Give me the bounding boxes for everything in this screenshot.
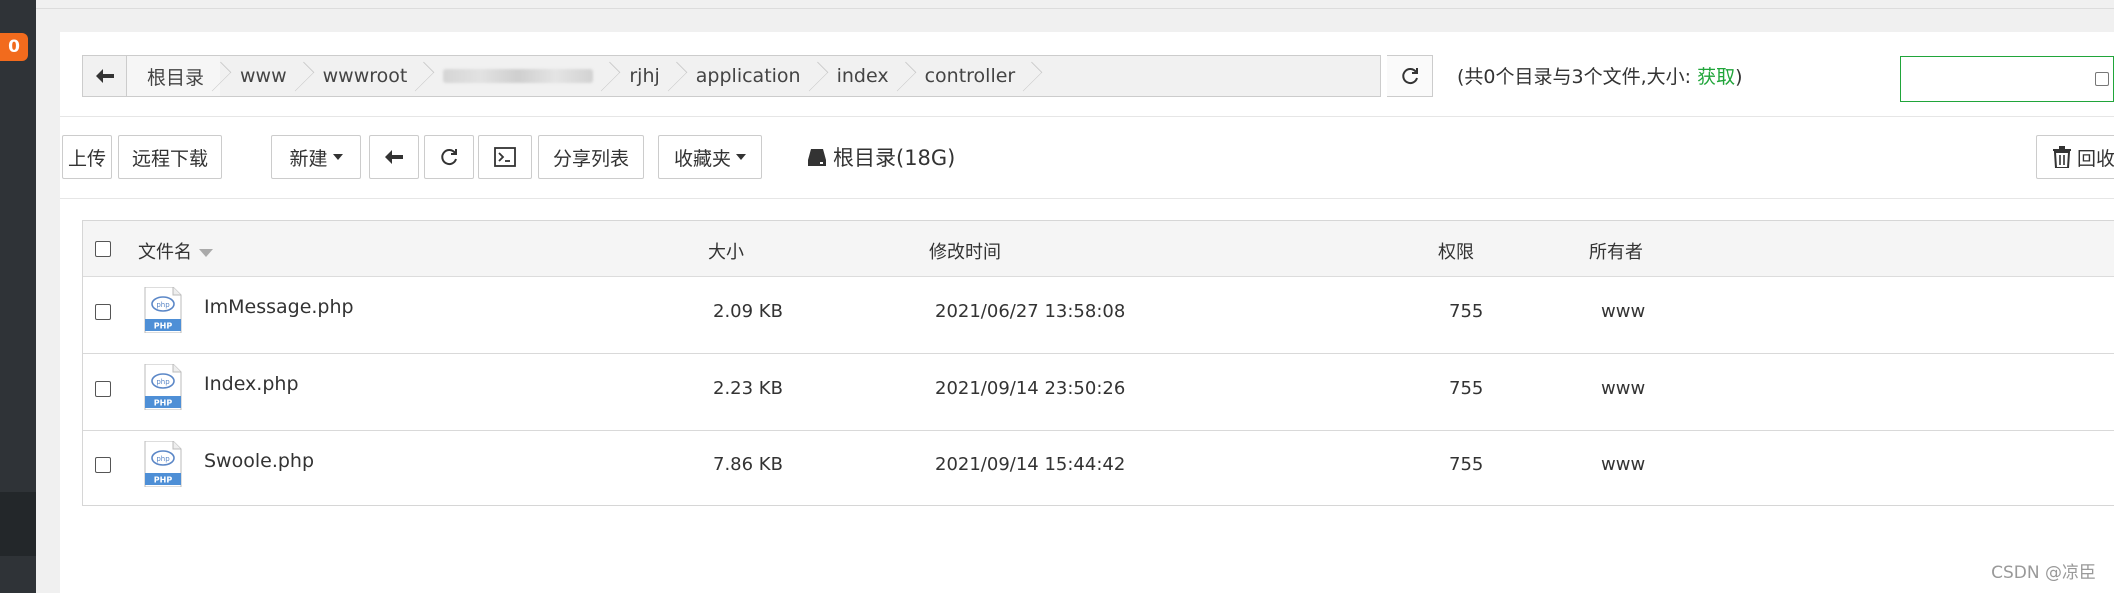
caret-down-icon (332, 154, 343, 160)
column-header-owner[interactable]: 所有者 (1589, 238, 1643, 264)
favorites-label: 收藏夹 (673, 147, 731, 170)
hard-drive-icon (808, 149, 826, 166)
summary-close: ) (1735, 66, 1743, 88)
path-refresh-button[interactable] (1387, 55, 1433, 97)
watermark: CSDN @凉臣 (1991, 563, 2096, 583)
refresh-button[interactable] (424, 135, 474, 179)
file-owner[interactable]: www (1601, 454, 1645, 475)
redacted-text (443, 69, 594, 83)
search-input[interactable] (1900, 56, 2114, 102)
summary-text: (共0个目录与3个文件,大小: (1457, 66, 1698, 88)
breadcrumb-application[interactable]: application (676, 56, 817, 96)
file-table: 文件名 大小 修改时间 权限 所有者 php PHP ImMessage.php… (82, 220, 2114, 506)
recycle-label: 回收 (2077, 147, 2114, 170)
path-bar: 根目录 www wwwroot rjhj application index c… (82, 55, 1381, 97)
php-file-icon: php PHP (144, 287, 182, 333)
file-permission[interactable]: 755 (1449, 454, 1483, 475)
file-permission[interactable]: 755 (1449, 301, 1483, 322)
table-row[interactable]: php PHP Swoole.php 7.86 KB 2021/09/14 15… (83, 431, 2114, 508)
arrow-left-icon (95, 69, 114, 83)
file-size: 2.23 KB (713, 378, 783, 399)
svg-text:php: php (156, 455, 170, 463)
table-body: php PHP ImMessage.php 2.09 KB 2021/06/27… (83, 277, 2114, 507)
breadcrumb-index[interactable]: index (817, 56, 905, 96)
divider (60, 116, 2114, 117)
top-divider (36, 8, 2114, 9)
refresh-icon (441, 149, 457, 166)
svg-text:php: php (156, 301, 170, 309)
divider (60, 198, 2114, 199)
table-row[interactable]: php PHP Index.php 2.23 KB 2021/09/14 23:… (83, 354, 2114, 431)
file-size: 7.86 KB (713, 454, 783, 475)
file-type-label: PHP (154, 476, 173, 485)
arrow-left-icon (385, 150, 403, 164)
favorites-dropdown-button[interactable]: 收藏夹 (658, 135, 762, 179)
column-header-size[interactable]: 大小 (708, 238, 744, 264)
breadcrumb-wwwroot[interactable]: wwwroot (303, 56, 424, 96)
terminal-icon (494, 147, 516, 167)
select-all-checkbox[interactable] (95, 241, 111, 257)
php-file-icon: php PHP (144, 364, 182, 410)
file-name[interactable]: Index.php (204, 373, 299, 395)
breadcrumb-redacted[interactable] (423, 56, 609, 96)
file-mtime: 2021/06/27 13:58:08 (935, 301, 1126, 322)
row-checkbox[interactable] (95, 457, 111, 473)
breadcrumb-root[interactable]: 根目录 (127, 56, 221, 96)
table-header: 文件名 大小 修改时间 权限 所有者 (83, 221, 2114, 277)
sidebar-active-item[interactable] (0, 492, 36, 556)
file-type-label: PHP (154, 322, 173, 331)
column-header-permission[interactable]: 权限 (1438, 238, 1474, 264)
trash-icon (2053, 146, 2071, 168)
file-owner[interactable]: www (1601, 301, 1645, 322)
share-list-button[interactable]: 分享列表 (538, 135, 644, 179)
column-header-name[interactable]: 文件名 (138, 238, 213, 264)
notification-badge[interactable]: 0 (0, 33, 28, 61)
file-mtime: 2021/09/14 23:50:26 (935, 378, 1126, 399)
path-back-button[interactable] (83, 56, 127, 96)
row-checkbox[interactable] (95, 381, 111, 397)
file-name[interactable]: Swoole.php (204, 450, 314, 472)
file-mtime: 2021/09/14 15:44:42 (935, 454, 1126, 475)
breadcrumb-controller[interactable]: controller (905, 56, 1032, 96)
remote-download-button[interactable]: 远程下载 (118, 135, 222, 179)
disk-selector[interactable]: 根目录(18G) (807, 140, 955, 174)
table-row[interactable]: php PHP ImMessage.php 2.09 KB 2021/06/27… (83, 277, 2114, 354)
upload-button[interactable]: 上传 (62, 135, 112, 179)
row-checkbox[interactable] (95, 304, 111, 320)
refresh-icon (1401, 68, 1418, 85)
breadcrumb-rjhj[interactable]: rjhj (609, 56, 675, 96)
terminal-button[interactable] (478, 135, 532, 179)
sort-icon (199, 249, 213, 257)
php-file-icon: php PHP (144, 441, 182, 487)
new-label: 新建 (289, 147, 328, 170)
caret-down-icon (736, 154, 746, 160)
file-manager-panel: 根目录 www wwwroot rjhj application index c… (60, 32, 2114, 593)
column-name-label: 文件名 (138, 242, 192, 263)
svg-text:php: php (156, 378, 170, 386)
back-button[interactable] (369, 135, 419, 179)
recycle-bin-button[interactable]: 回收 (2036, 135, 2114, 179)
file-name[interactable]: ImMessage.php (204, 296, 354, 318)
new-dropdown-button[interactable]: 新建 (271, 135, 361, 179)
fetch-size-link[interactable]: 获取 (1697, 66, 1735, 88)
search-subdir-checkbox[interactable] (2095, 72, 2109, 86)
disk-label: 根目录(18G) (833, 146, 956, 170)
directory-summary: (共0个目录与3个文件,大小: 获取) (1457, 62, 1743, 92)
file-owner[interactable]: www (1601, 378, 1645, 399)
file-size: 2.09 KB (713, 301, 783, 322)
file-permission[interactable]: 755 (1449, 378, 1483, 399)
file-type-label: PHP (154, 399, 173, 408)
column-header-mtime[interactable]: 修改时间 (929, 238, 1001, 264)
sidebar: 0 (0, 0, 36, 593)
breadcrumb-www[interactable]: www (220, 56, 303, 96)
